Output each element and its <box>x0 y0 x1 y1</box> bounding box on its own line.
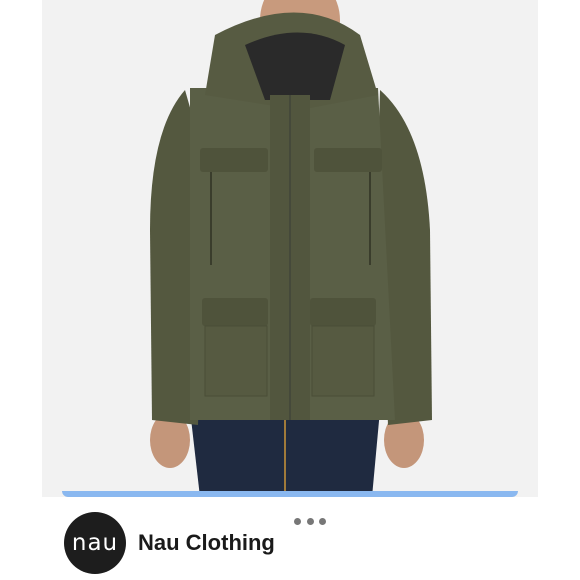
more-dot-icon <box>306 517 314 525</box>
more-dot-icon <box>294 517 301 525</box>
product-photo[interactable] <box>0 0 580 497</box>
more-dot-icon <box>319 517 326 525</box>
avatar[interactable]: nau <box>64 512 126 574</box>
post-header: nau Nau Clothing <box>42 497 538 580</box>
frame-margin-right <box>538 0 580 580</box>
account-name[interactable]: Nau Clothing <box>138 530 275 556</box>
avatar-logo-text: nau <box>71 530 119 556</box>
jacket-illustration <box>0 0 580 497</box>
frame-margin-left <box>0 0 42 580</box>
more-options-button[interactable] <box>294 514 326 528</box>
